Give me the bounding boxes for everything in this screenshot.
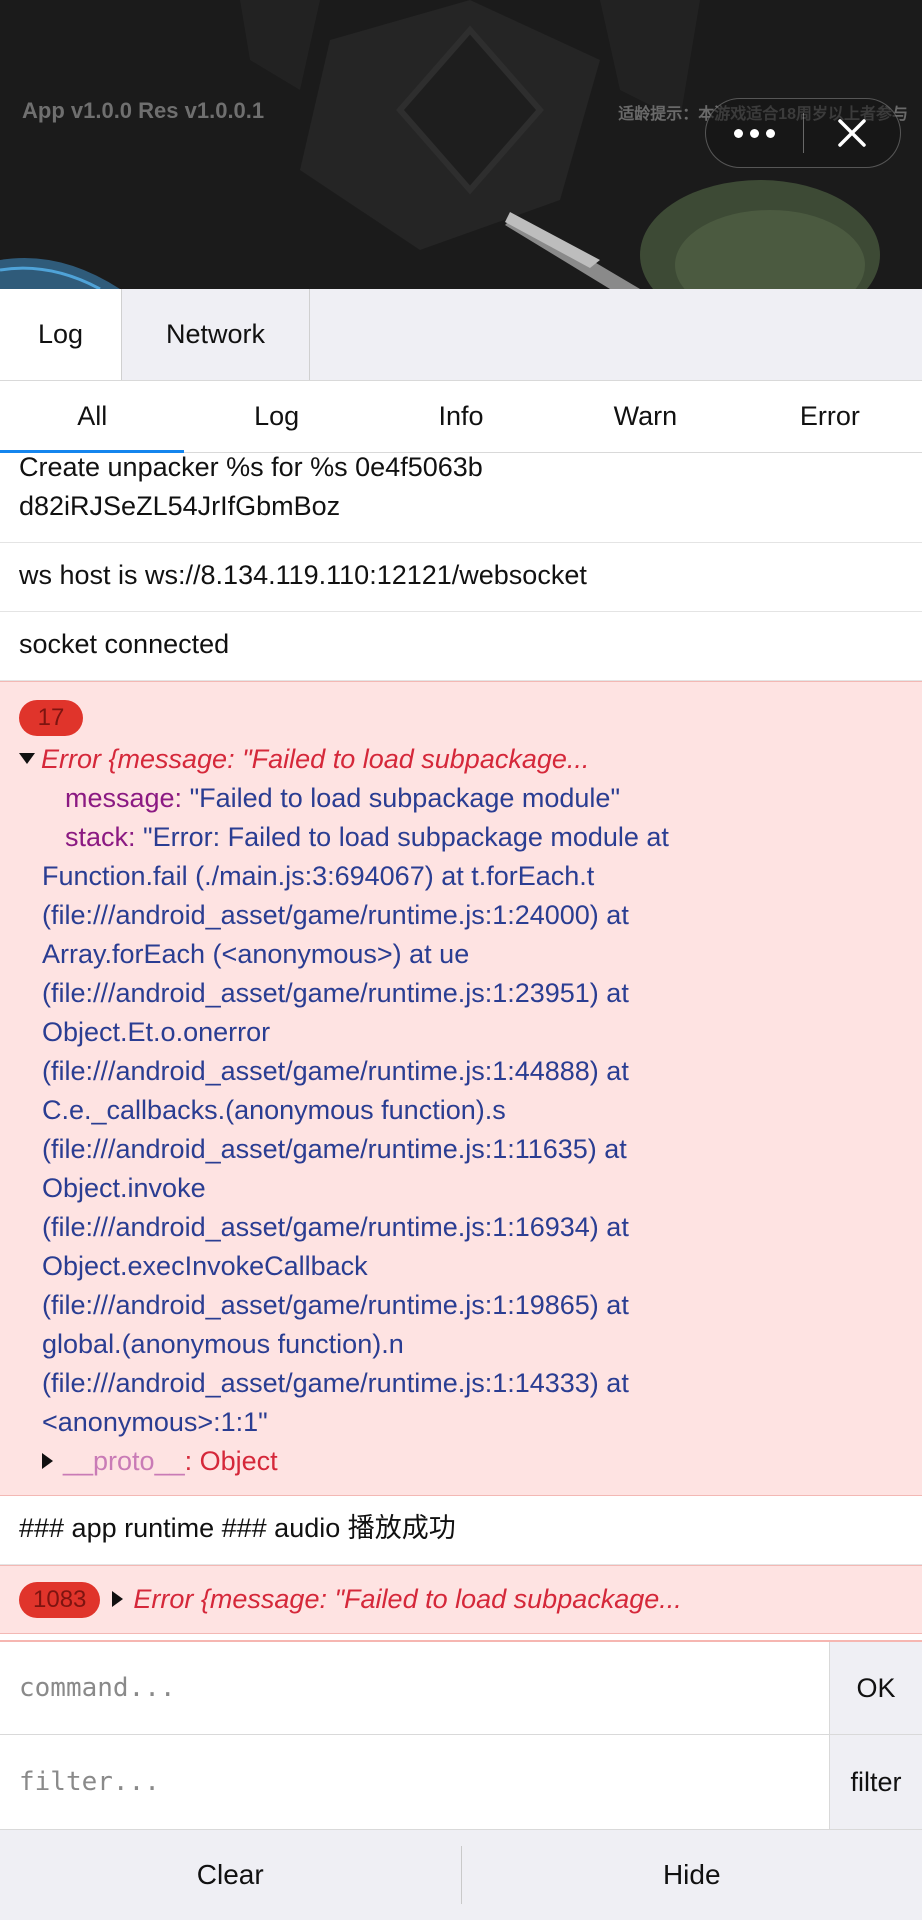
app-version-text: App v1.0.0 Res v1.0.0.1	[22, 98, 265, 123]
filter-input[interactable]	[0, 1735, 829, 1829]
proto-toggle[interactable]: __proto__: Object	[19, 1442, 902, 1481]
error-summary: Error {message: "Failed to load subpacka…	[133, 1584, 682, 1614]
stack-line: Function.fail (./main.js:3:694067) at t.…	[42, 861, 595, 891]
caret-down-icon	[19, 753, 35, 765]
stack-line: (file:///android_asset/game/runtime.js:1…	[42, 1212, 629, 1242]
proto-value: : Object	[184, 1446, 278, 1476]
stack-line: (file:///android_asset/game/runtime.js:1…	[42, 900, 629, 930]
log-entry-ws-host: ws host is ws://8.134.119.110:12121/webs…	[0, 543, 922, 612]
repeat-count-badge: 1083	[19, 1581, 101, 1618]
prop-key: message:	[65, 783, 183, 813]
stack-line: Object.execInvokeCallback	[42, 1251, 368, 1281]
log-entry-audio: ### app runtime ### audio 播放成功	[0, 1496, 922, 1565]
stack-line: C.e._callbacks.(anonymous function).s	[42, 1095, 506, 1125]
filter-bar: filter	[0, 1735, 922, 1830]
miniapp-capsule	[705, 98, 901, 168]
caret-right-icon	[42, 1452, 53, 1469]
stack-line: Array.forEach (<anonymous>) at ue	[42, 939, 470, 969]
stack-line: (file:///android_asset/game/runtime.js:1…	[42, 1056, 629, 1086]
log-level-tabs: All Log Info Warn Error	[0, 381, 922, 453]
game-header: App v1.0.0 Res v1.0.0.1 适龄提示：本游戏适合18周岁以上…	[0, 0, 922, 289]
level-tab-info[interactable]: Info	[369, 381, 553, 452]
prop-value: "Failed to load subpackage module"	[189, 783, 621, 813]
log-text: socket connected	[19, 629, 230, 659]
filter-button[interactable]: filter	[829, 1735, 922, 1829]
command-ok-button[interactable]: OK	[829, 1642, 922, 1734]
level-tab-all[interactable]: All	[0, 381, 185, 453]
command-bar: OK	[0, 1640, 922, 1735]
log-text: ws host is ws://8.134.119.110:12121/webs…	[19, 560, 587, 590]
panel-tabs: Log Network	[0, 289, 922, 381]
close-button[interactable]	[803, 98, 900, 168]
log-entry-unpacker: Create unpacker %s for %s 0e4f5063b d82i…	[0, 453, 922, 543]
level-tab-error[interactable]: Error	[738, 381, 922, 452]
stack-line: (file:///android_asset/game/runtime.js:1…	[42, 1290, 629, 1320]
prop-key: stack:	[65, 822, 136, 852]
more-icon	[733, 128, 775, 138]
stack-line: global.(anonymous function).n	[42, 1329, 404, 1359]
error-stack-prop: stack: "Error: Failed to load subpackage…	[19, 818, 902, 857]
more-button[interactable]	[706, 98, 803, 168]
error-object-header[interactable]: Error {message: "Failed to load subpacka…	[19, 740, 902, 779]
stack-line: Object.Et.o.onerror	[42, 1017, 271, 1047]
proto-key: __proto__	[63, 1446, 185, 1476]
stack-line: <anonymous>:1:1"	[42, 1407, 268, 1437]
hide-button[interactable]: Hide	[462, 1830, 922, 1920]
caret-right-icon	[112, 1590, 124, 1607]
stack-line: Object.invoke	[42, 1173, 206, 1203]
stack-line: (file:///android_asset/game/runtime.js:1…	[42, 978, 629, 1008]
clear-button[interactable]: Clear	[0, 1830, 461, 1920]
stack-line: (file:///android_asset/game/runtime.js:1…	[42, 1134, 627, 1164]
log-text: ### app runtime ### audio 播放成功	[19, 1513, 456, 1543]
level-tab-warn[interactable]: Warn	[553, 381, 737, 452]
tab-network[interactable]: Network	[122, 289, 310, 380]
error-message-prop: message: "Failed to load subpackage modu…	[19, 779, 902, 818]
close-icon	[837, 119, 866, 147]
repeat-count-badge: 17	[19, 700, 83, 736]
level-tab-log[interactable]: Log	[184, 381, 368, 452]
log-text: Create unpacker %s for %s 0e4f5063b	[19, 453, 483, 482]
error-entry-collapsed[interactable]: 1083 Error {message: "Failed to load sub…	[0, 1565, 922, 1634]
error-summary: Error {message: "Failed to load subpacka…	[41, 744, 590, 774]
log-text: d82iRJSeZL54JrIfGbmBoz	[19, 491, 341, 521]
stack-line: (file:///android_asset/game/runtime.js:1…	[42, 1368, 629, 1398]
prop-value: "Error: Failed to load subpackage module…	[143, 822, 669, 852]
tab-log[interactable]: Log	[0, 289, 122, 380]
error-entry-expanded: 17 Error {message: "Failed to load subpa…	[0, 681, 922, 1496]
bottom-toolbar: Clear Hide	[0, 1830, 922, 1920]
vconsole-screen: App v1.0.0 Res v1.0.0.1 适龄提示：本游戏适合18周岁以上…	[0, 0, 922, 1920]
stack-trace: Function.fail (./main.js:3:694067) at t.…	[19, 857, 902, 1442]
command-input[interactable]	[0, 1642, 829, 1734]
log-entry-socket: socket connected	[0, 612, 922, 681]
log-list[interactable]: Create unpacker %s for %s 0e4f5063b d82i…	[0, 453, 922, 1640]
